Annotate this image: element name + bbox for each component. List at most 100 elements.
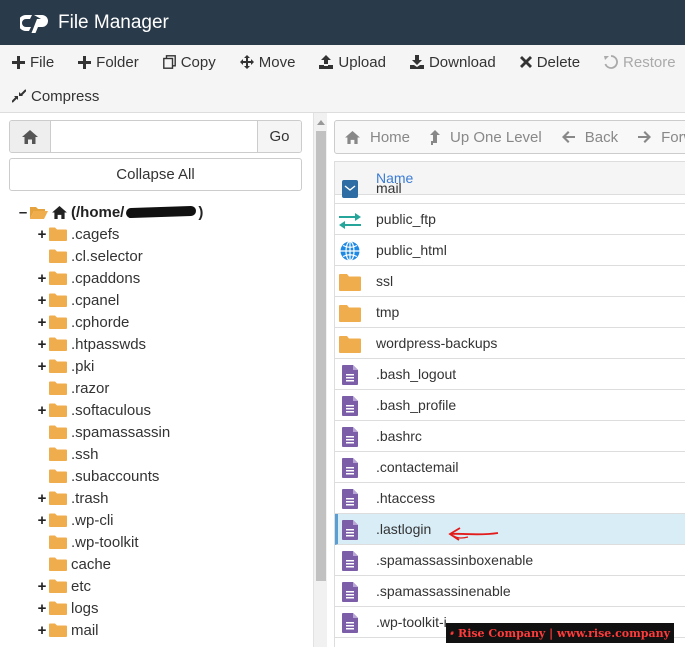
tree-item-subaccounts[interactable]: .subaccounts xyxy=(36,465,159,487)
tree-item-softaculous[interactable]: + .softaculous xyxy=(36,399,151,421)
collapse-toggle-icon[interactable]: – xyxy=(17,204,29,221)
compress-button-label: Compress xyxy=(31,87,100,105)
tree-item-label: .cphorde xyxy=(71,313,130,331)
cpanel-logo-icon[interactable] xyxy=(20,12,52,34)
file-row-mail[interactable]: mail xyxy=(335,173,685,204)
tree-item-pki[interactable]: + .pki xyxy=(36,355,95,377)
folder-button[interactable]: Folder xyxy=(66,54,151,71)
toolbar-row-1: File Folder Copy Move Upload Download Delete Re… xyxy=(0,45,685,79)
file-row-contactemail[interactable]: .contactemail xyxy=(335,452,685,483)
expand-toggle-icon[interactable]: + xyxy=(36,314,48,331)
tree-item-etc[interactable]: + etc xyxy=(36,575,91,597)
file-list-panel: HomeUp One LevelBackForwa Name mailpubli… xyxy=(327,113,685,647)
file-text-icon xyxy=(339,364,361,386)
download-icon xyxy=(409,55,429,69)
compress-button[interactable]: Compress xyxy=(0,88,111,105)
tree-item-spamassassin[interactable]: .spamassassin xyxy=(36,421,170,443)
file-row-public-ftp[interactable]: public_ftp xyxy=(335,204,685,235)
file-row-bash-profile[interactable]: .bash_profile xyxy=(335,390,685,421)
expand-toggle-icon[interactable]: + xyxy=(36,358,48,375)
download-button[interactable]: Download xyxy=(398,54,508,71)
expand-toggle-icon[interactable]: + xyxy=(36,270,48,287)
plus-icon xyxy=(12,55,30,69)
tree-item-cpanel[interactable]: + .cpanel xyxy=(36,289,120,311)
plus-icon xyxy=(78,55,96,69)
expand-toggle-icon[interactable]: + xyxy=(36,622,48,639)
up-one-level-nav-button[interactable]: Up One Level xyxy=(420,129,552,146)
home-nav-button[interactable]: Home xyxy=(335,129,420,146)
path-input[interactable] xyxy=(51,121,257,152)
file-row-wordpress-backups[interactable]: wordpress-backups xyxy=(335,328,685,359)
home-button[interactable] xyxy=(10,121,51,152)
path-search-bar: Go xyxy=(9,120,302,153)
tree-root-home[interactable]: – (/home/ ) xyxy=(17,201,204,223)
expand-toggle-icon[interactable]: + xyxy=(36,336,48,353)
download-button-label: Download xyxy=(428,53,496,71)
file-name: .contactemail xyxy=(376,459,459,475)
file-row-tmp[interactable]: tmp xyxy=(335,297,685,328)
tree-item-label: .ssh xyxy=(71,445,99,463)
tree-item-htpasswds[interactable]: + .htpasswds xyxy=(36,333,146,355)
tree-item-cache[interactable]: cache xyxy=(36,553,111,575)
file-name: .bash_logout xyxy=(376,366,457,382)
expand-toggle-icon[interactable]: + xyxy=(36,292,48,309)
file-name: wordpress-backups xyxy=(376,335,498,351)
tree-item-label: .softaculous xyxy=(71,401,152,419)
tree-item-cl-selector[interactable]: .cl.selector xyxy=(36,245,143,267)
tree-item-ssh[interactable]: .ssh xyxy=(36,443,99,465)
file-button[interactable]: File xyxy=(0,54,66,71)
tree-item-label: .razor xyxy=(71,379,110,397)
expand-toggle-icon[interactable]: + xyxy=(36,600,48,617)
copy-button-label: Copy xyxy=(180,53,216,71)
copy-button[interactable]: Copy xyxy=(151,54,228,71)
expand-toggle-icon[interactable]: + xyxy=(36,226,48,243)
file-name: .spamassassinboxenable xyxy=(376,552,534,568)
tree-item-mail[interactable]: + mail xyxy=(36,619,99,641)
tree-item-label: .cl.selector xyxy=(71,247,143,265)
tree-item-cphorde[interactable]: + .cphorde xyxy=(36,311,130,333)
upload-button[interactable]: Upload xyxy=(307,54,398,71)
folder-icon xyxy=(339,302,361,324)
scroll-up-arrow-icon[interactable] xyxy=(317,120,325,125)
forwa-nav-button[interactable]: Forwa xyxy=(628,129,685,146)
times-icon xyxy=(519,56,537,68)
folder-icon xyxy=(49,227,67,241)
tree-item-logs[interactable]: + logs xyxy=(36,597,99,619)
folder-icon xyxy=(49,491,67,505)
tree-item-label: .wp-toolkit xyxy=(71,533,139,551)
file-row-spamassassinenable[interactable]: .spamassassinenable xyxy=(335,576,685,607)
tree-item-cagefs[interactable]: + .cagefs xyxy=(36,223,120,245)
tree-item-label: .pki xyxy=(71,357,95,375)
go-button[interactable]: Go xyxy=(257,121,301,152)
folder-icon xyxy=(49,601,67,615)
file-row-htaccess[interactable]: .htaccess xyxy=(335,483,685,514)
expand-toggle-icon[interactable]: + xyxy=(36,490,48,507)
back-nav-button[interactable]: Back xyxy=(552,129,628,146)
file-row-lastlogin[interactable]: .lastlogin xyxy=(335,514,685,545)
tree-item-cpaddons[interactable]: + .cpaddons xyxy=(36,267,141,289)
file-row-public-html[interactable]: public_html xyxy=(335,235,685,266)
file-row-bashrc[interactable]: .bashrc xyxy=(335,421,685,452)
toolbar: File Folder Copy Move Upload Download Delete Re… xyxy=(0,45,685,113)
file-button-label: File xyxy=(30,53,55,71)
restore-button[interactable]: Restore xyxy=(592,54,685,71)
file-row-bash-logout[interactable]: .bash_logout xyxy=(335,359,685,390)
tree-item-wp-toolkit[interactable]: .wp-toolkit xyxy=(36,531,139,553)
collapse-all-button[interactable]: Collapse All xyxy=(9,158,302,191)
tree-item-trash[interactable]: + .trash xyxy=(36,487,109,509)
file-row-ssl[interactable]: ssl xyxy=(335,266,685,297)
expand-toggle-icon[interactable]: + xyxy=(36,512,48,529)
panel-splitter-scrollbar[interactable] xyxy=(313,113,327,647)
expand-toggle-icon[interactable]: + xyxy=(36,578,48,595)
expand-toggle-icon[interactable]: + xyxy=(36,402,48,419)
arrow-left-icon xyxy=(561,131,580,143)
folder-icon xyxy=(49,337,67,351)
toolbar-row-2: Compress xyxy=(0,79,685,113)
file-row-spamassassinboxenable[interactable]: .spamassassinboxenable xyxy=(335,545,685,576)
move-button[interactable]: Move xyxy=(228,54,308,71)
scrollbar-thumb[interactable] xyxy=(316,131,326,581)
folder-icon xyxy=(49,447,67,461)
tree-item-razor[interactable]: .razor xyxy=(36,377,109,399)
delete-button[interactable]: Delete xyxy=(508,54,592,71)
tree-item-wp-cli[interactable]: + .wp-cli xyxy=(36,509,114,531)
